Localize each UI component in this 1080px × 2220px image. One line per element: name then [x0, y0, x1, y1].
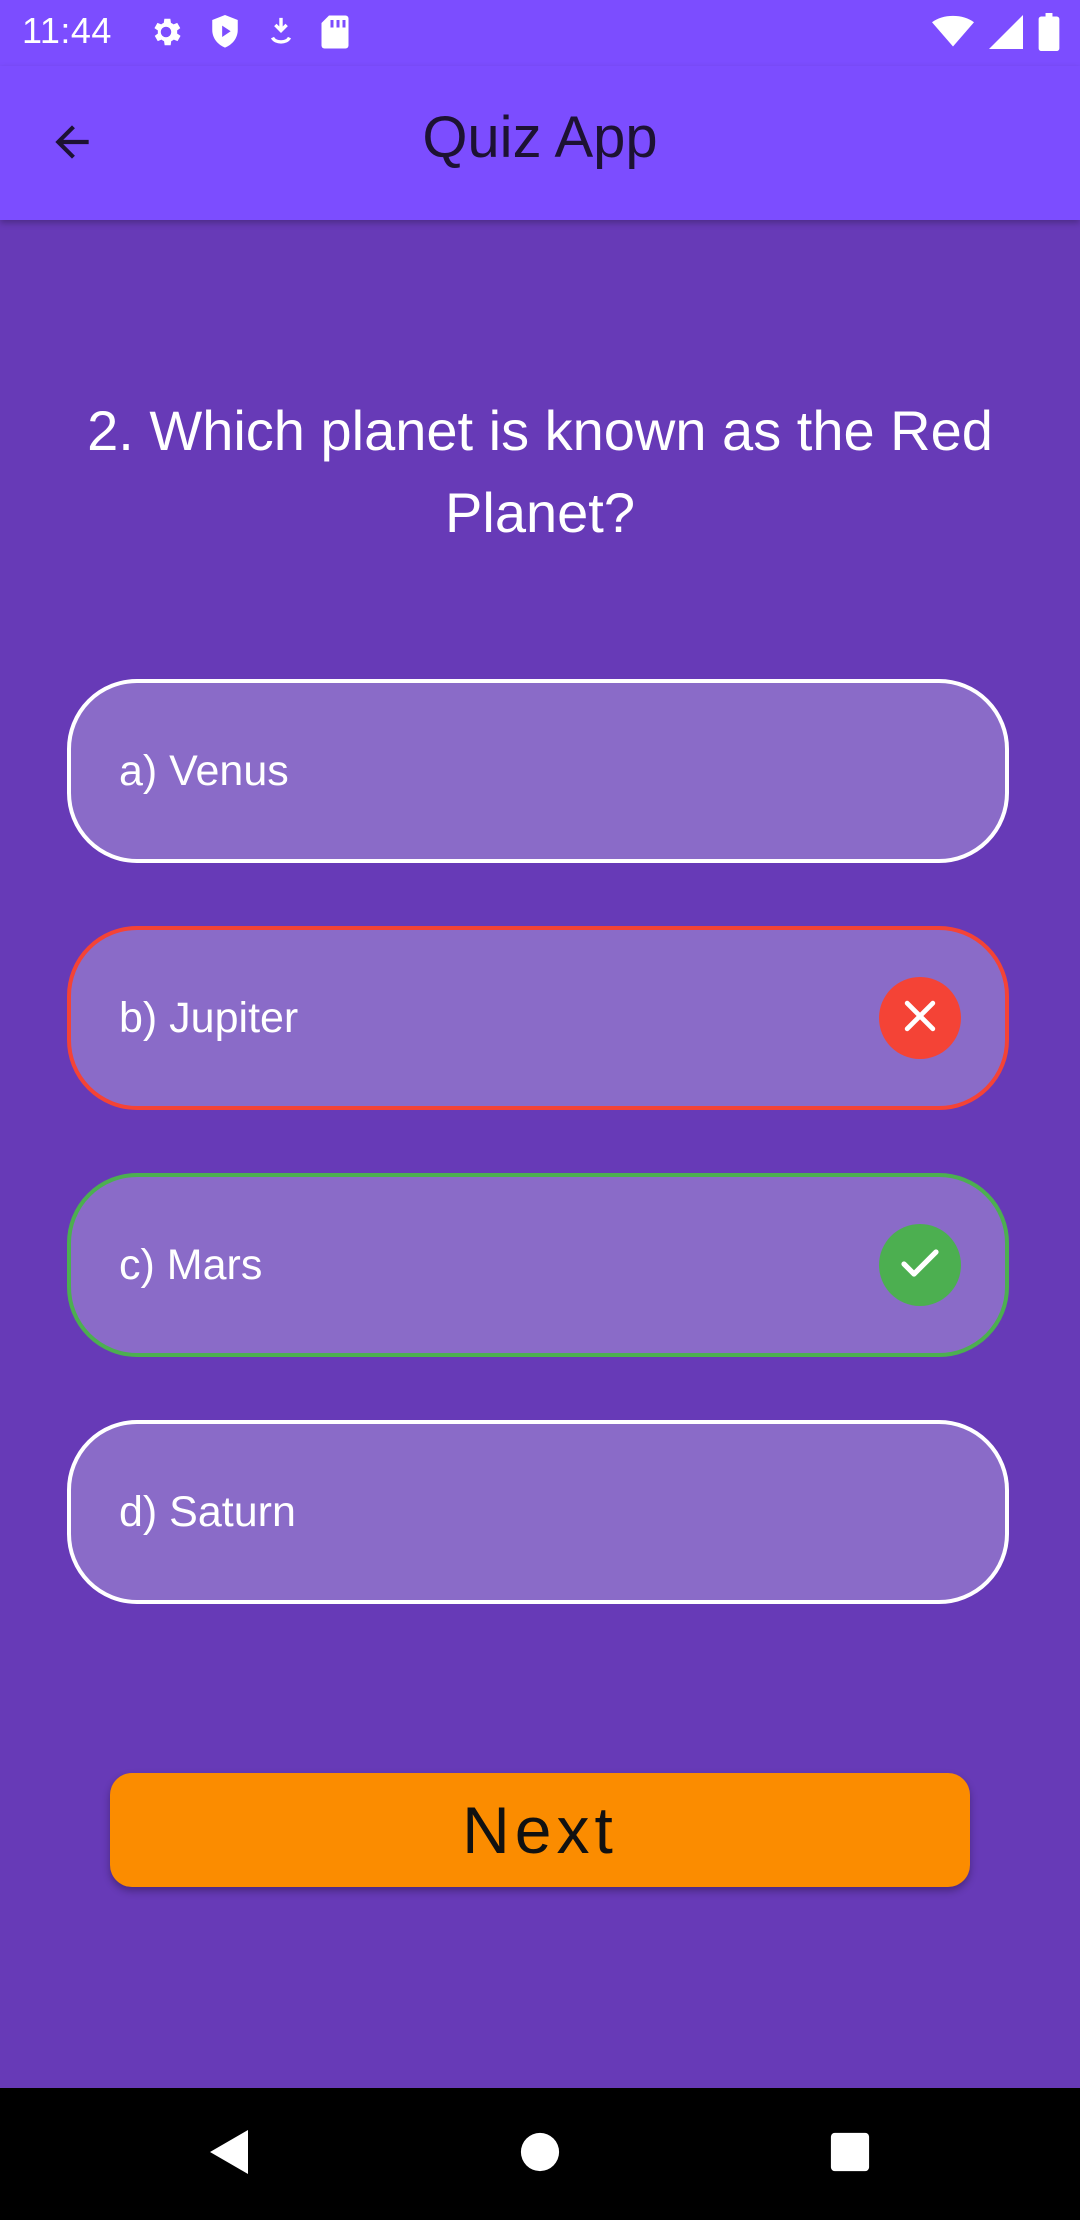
wifi-icon [932, 15, 974, 54]
recents-square-icon [829, 2131, 871, 2178]
gear-icon [148, 14, 184, 55]
status-bar: 11:44 [0, 0, 1080, 66]
option-label: b) Jupiter [119, 994, 299, 1042]
check-icon [896, 1239, 944, 1292]
status-system-icons [932, 12, 1060, 56]
app-title: Quiz App [422, 105, 658, 170]
nav-back-button[interactable] [200, 2124, 260, 2184]
home-circle-icon [519, 2131, 561, 2178]
wrong-answer-badge [879, 977, 961, 1059]
signal-icon [988, 14, 1024, 54]
correct-answer-badge [879, 1224, 961, 1306]
next-button[interactable]: Next [110, 1773, 970, 1887]
close-icon [898, 994, 942, 1043]
back-button[interactable] [40, 112, 104, 176]
status-time: 11:44 [22, 10, 112, 51]
back-triangle-icon [208, 2128, 252, 2181]
option-label: c) Mars [119, 1241, 263, 1289]
nav-recents-button[interactable] [820, 2124, 880, 2184]
status-notification-icons [148, 14, 350, 54]
answer-option-c[interactable]: c) Mars [67, 1173, 1009, 1357]
download-icon [266, 15, 296, 54]
answer-option-a[interactable]: a) Venus [67, 679, 1009, 863]
sd-card-icon [320, 14, 350, 55]
option-label: a) Venus [119, 747, 289, 795]
shield-icon [208, 13, 242, 56]
answer-option-d[interactable]: d) Saturn [67, 1420, 1009, 1604]
app-bar: Quiz App [0, 66, 1080, 220]
nav-home-button[interactable] [510, 2124, 570, 2184]
answer-option-b[interactable]: b) Jupiter [67, 926, 1009, 1110]
navigation-bar [0, 2088, 1080, 2220]
option-label: d) Saturn [119, 1488, 296, 1536]
question-text: 2. Which planet is known as the Red Plan… [87, 399, 993, 544]
battery-icon [1038, 12, 1060, 56]
arrow-left-icon [47, 117, 97, 172]
